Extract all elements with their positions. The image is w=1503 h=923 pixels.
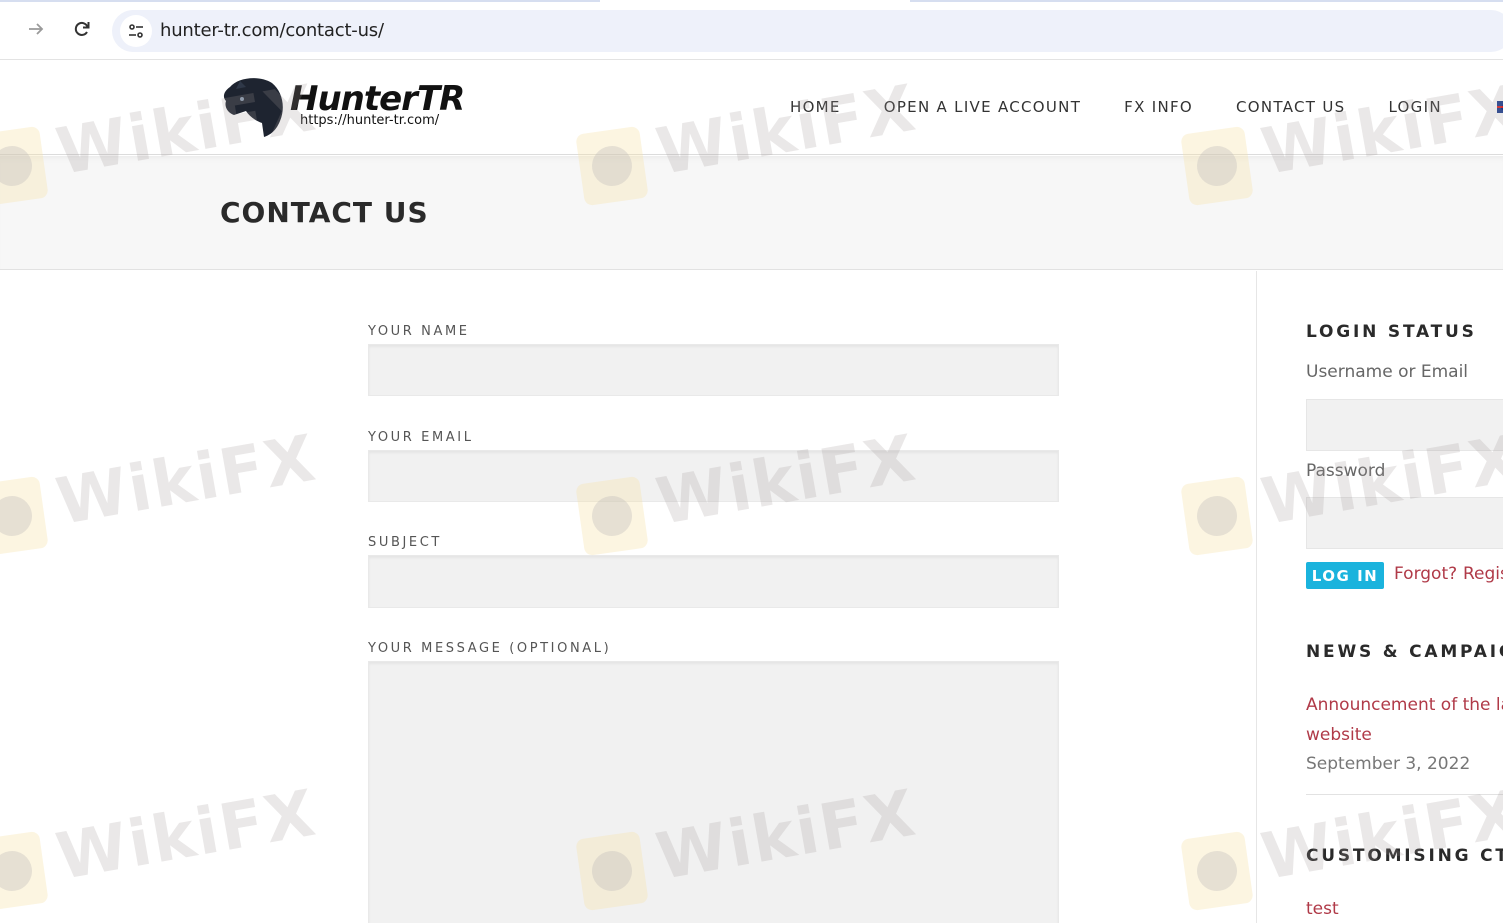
news-divider [1306,794,1503,795]
nav-login[interactable]: LOGIN [1388,98,1441,116]
page-title-band: CONTACT US [0,156,1503,270]
panther-logo-icon [223,78,283,137]
news-item-link-cont[interactable]: website [1306,725,1372,745]
nav-open-live-account[interactable]: OPEN A LIVE ACCOUNT [884,98,1081,116]
address-bar[interactable]: hunter-tr.com/contact-us/ [112,10,1503,52]
customising-item-link[interactable]: test [1306,899,1339,919]
customising-title: CUSTOMISING CTRADER [1306,846,1503,866]
nav-home[interactable]: HOME [790,98,841,116]
name-label: YOUR NAME [368,324,470,339]
site-info-button[interactable] [120,15,152,47]
news-item-date: September 3, 2022 [1306,754,1471,774]
message-textarea[interactable] [368,661,1059,923]
name-input[interactable] [368,344,1059,396]
forward-button[interactable] [20,13,52,45]
url-text[interactable]: hunter-tr.com/contact-us/ [160,20,384,41]
uk-flag-icon[interactable] [1497,101,1503,113]
site-header: HunterTR https://hunter-tr.com/ HOME OPE… [0,61,1503,155]
reload-button[interactable] [66,13,98,45]
browser-toolbar: hunter-tr.com/contact-us/ [0,3,1503,60]
tab-strip-segment [910,0,1503,2]
login-status-title: LOGIN STATUS [1306,322,1477,342]
tab-strip-segment [0,0,600,2]
forgot-link[interactable]: Forgot? [1394,564,1457,584]
username-input[interactable] [1306,399,1503,451]
register-link[interactable]: Register [1463,564,1503,584]
news-title: NEWS & CAMPAIGNS [1306,642,1503,662]
email-input[interactable] [368,450,1059,502]
arrow-right-icon [29,23,44,35]
password-label: Password [1306,461,1386,481]
nav-contact-us[interactable]: CONTACT US [1236,98,1345,116]
main-nav: HOME OPEN A LIVE ACCOUNT FX INFO CONTACT… [790,98,1485,116]
tune-icon [129,24,143,38]
password-input[interactable] [1306,497,1503,549]
subject-label: SUBJECT [368,535,442,550]
username-label: Username or Email [1306,362,1469,382]
email-label: YOUR EMAIL [368,430,474,445]
nav-fx-info[interactable]: FX INFO [1124,98,1193,116]
sidebar-divider [1256,271,1257,923]
message-label: YOUR MESSAGE (OPTIONAL) [368,641,612,656]
news-item-link[interactable]: Announcement of the launch of the new [1306,695,1503,715]
reload-icon [74,21,90,36]
logo-url: https://hunter-tr.com/ [300,113,440,128]
login-button[interactable]: LOG IN [1306,562,1384,589]
page-title: CONTACT US [220,196,429,229]
site-logo[interactable]: HunterTR https://hunter-tr.com/ [220,75,465,139]
subject-input[interactable] [368,555,1059,608]
